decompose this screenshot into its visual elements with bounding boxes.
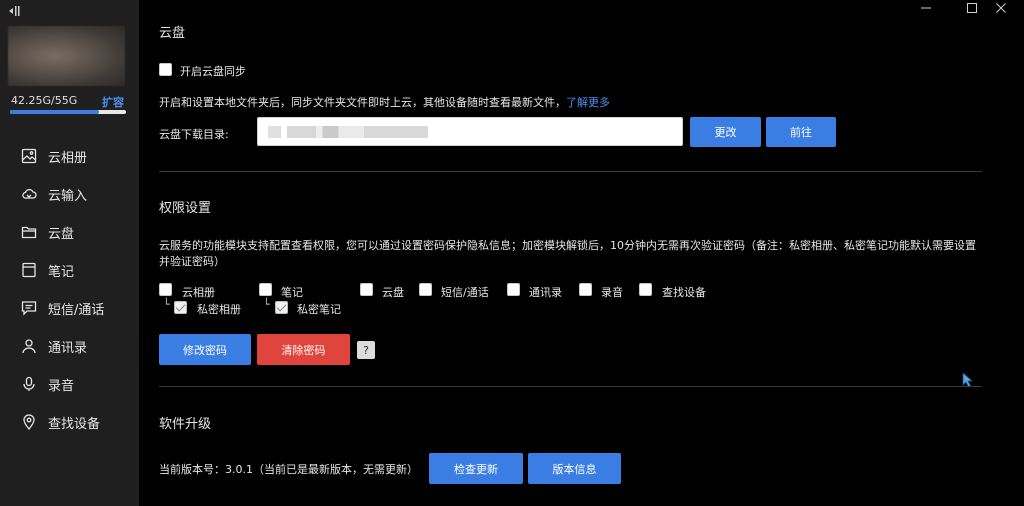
section-divider — [159, 386, 982, 387]
cloud-sync-checkbox[interactable] — [159, 63, 172, 76]
description-text: 开启和设置本地文件夹后，同步文件夹文件即时上云，其他设备随时查看最新文件， — [159, 96, 566, 109]
module-label: 云相册 — [182, 286, 215, 299]
module-checkbox-recordings[interactable] — [579, 283, 592, 296]
private-album-checkbox[interactable] — [174, 301, 187, 314]
avatar[interactable] — [8, 26, 125, 86]
storage-progress-bar — [10, 110, 126, 114]
expand-storage-link[interactable]: 扩容 — [102, 94, 124, 110]
sidebar-item-label: 短信/通话 — [48, 302, 105, 318]
sidebar-item-messages[interactable]: 短信/通话 — [0, 289, 139, 327]
message-icon — [21, 300, 37, 316]
module-checkbox-cloud-disk[interactable] — [360, 283, 373, 296]
cloud-input-icon — [21, 186, 37, 202]
photo-icon — [21, 148, 37, 164]
tree-connector: └ — [163, 298, 170, 311]
close-button[interactable] — [978, 0, 1024, 16]
download-dir-label: 云盘下载目录: — [159, 128, 229, 141]
cloud-sync-label: 开启云盘同步 — [180, 65, 246, 78]
note-icon — [21, 262, 37, 278]
sidebar-item-label: 云盘 — [48, 226, 75, 242]
private-note-checkbox[interactable] — [275, 301, 288, 314]
change-dir-button[interactable]: 更改 — [690, 117, 761, 147]
upgrade-title: 软件升级 — [159, 417, 212, 432]
main-panel: 云盘 开启云盘同步 开启和设置本地文件夹后，同步文件夹文件即时上云，其他设备随时… — [139, 0, 1024, 506]
sidebar-item-notes[interactable]: 笔记 — [0, 251, 139, 289]
sidebar-item-label: 笔记 — [48, 264, 75, 280]
minimize-button[interactable] — [903, 0, 949, 16]
sidebar-item-label: 通讯录 — [48, 340, 88, 356]
sidebar-item-cloud-disk[interactable]: 云盘 — [0, 213, 139, 251]
download-dir-path-blurred — [268, 126, 428, 138]
sidebar: 42.25G/55G 扩容 云相册 云输入 云盘 笔记 短信/通话 通讯录 录音… — [0, 0, 139, 506]
mouse-cursor-icon — [962, 372, 974, 392]
sidebar-item-label: 云输入 — [48, 188, 88, 204]
permissions-description-line1: 云服务的功能模块支持配置查看权限，您可以通过设置密码保护隐私信息；加密模块解锁后… — [159, 239, 976, 252]
tree-connector: └ — [263, 298, 270, 311]
module-checkbox-cloud-album[interactable] — [159, 283, 172, 296]
version-text: 当前版本号：3.0.1（当前已是最新版本，无需更新） — [159, 463, 418, 476]
collapse-sidebar-icon[interactable] — [8, 2, 22, 16]
storage-progress-fill — [10, 110, 100, 114]
module-checkbox-find-device[interactable] — [639, 283, 652, 296]
private-note-label: 私密笔记 — [297, 303, 341, 316]
cloud-sync-description: 开启和设置本地文件夹后，同步文件夹文件即时上云，其他设备随时查看最新文件，了解更… — [159, 94, 610, 110]
sidebar-item-contacts[interactable]: 通讯录 — [0, 327, 139, 365]
cloud-disk-title: 云盘 — [159, 26, 186, 41]
version-info-button[interactable]: 版本信息 — [528, 453, 621, 484]
contacts-icon — [21, 338, 37, 354]
sidebar-item-recordings[interactable]: 录音 — [0, 365, 139, 403]
clear-password-button[interactable]: 清除密码 — [257, 334, 350, 365]
go-dir-button[interactable]: 前往 — [766, 117, 836, 147]
sidebar-item-cloud-album[interactable]: 云相册 — [0, 137, 139, 175]
module-label: 云盘 — [382, 286, 404, 299]
permissions-description-line2: 并验证密码） — [159, 255, 225, 268]
storage-usage-text: 42.25G/55G — [11, 94, 78, 107]
folder-icon — [21, 224, 37, 240]
sidebar-item-find-device[interactable]: 查找设备 — [0, 403, 139, 441]
permissions-title: 权限设置 — [159, 201, 212, 216]
module-label: 短信/通话 — [441, 286, 489, 299]
module-label: 查找设备 — [662, 286, 706, 299]
download-dir-input[interactable] — [257, 117, 683, 146]
section-divider — [159, 171, 982, 172]
module-label: 录音 — [601, 286, 623, 299]
module-checkbox-contacts[interactable] — [507, 283, 520, 296]
learn-more-link[interactable]: 了解更多 — [566, 96, 610, 109]
module-checkbox-notes[interactable] — [259, 283, 272, 296]
sidebar-nav: 云相册 云输入 云盘 笔记 短信/通话 通讯录 录音 查找设备 — [0, 137, 139, 441]
modify-password-button[interactable]: 修改密码 — [159, 334, 251, 365]
sidebar-item-label: 云相册 — [48, 150, 88, 166]
location-icon — [21, 414, 37, 431]
sidebar-item-label: 录音 — [48, 378, 75, 394]
check-update-button[interactable]: 检查更新 — [429, 453, 523, 484]
sidebar-item-cloud-input[interactable]: 云输入 — [0, 175, 139, 213]
sidebar-item-label: 查找设备 — [48, 416, 101, 432]
help-icon[interactable]: ? — [357, 341, 375, 359]
module-label: 通讯录 — [529, 286, 562, 299]
microphone-icon — [21, 376, 37, 392]
module-label: 笔记 — [281, 286, 303, 299]
module-checkbox-messages[interactable] — [419, 283, 432, 296]
private-album-label: 私密相册 — [197, 303, 241, 316]
